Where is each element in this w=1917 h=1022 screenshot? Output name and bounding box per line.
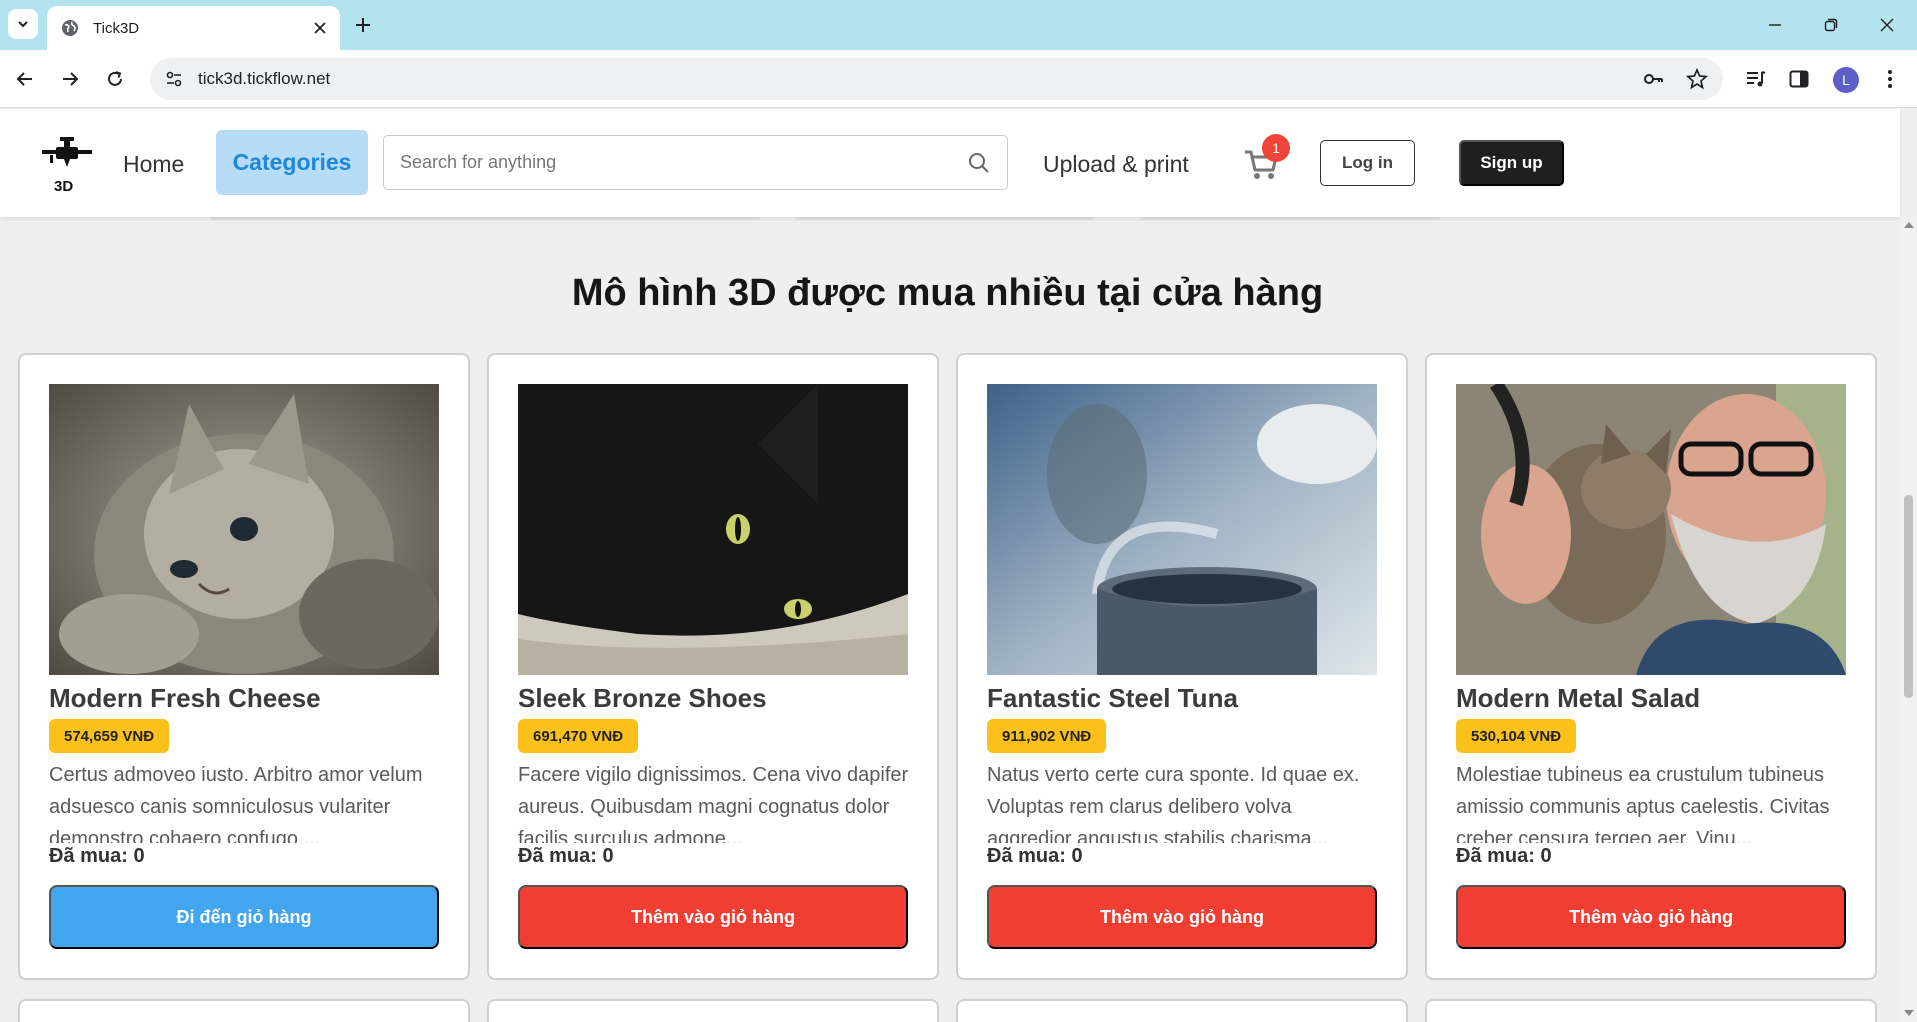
plus-icon bbox=[356, 18, 370, 32]
browser-tab-bar: Tick3D bbox=[0, 0, 1917, 50]
product-card-partial[interactable] bbox=[1425, 999, 1877, 1022]
more-vertical-icon bbox=[1888, 70, 1892, 88]
product-image[interactable] bbox=[518, 384, 908, 675]
product-description: Natus verto certe cura sponte. Id quae e… bbox=[987, 764, 1360, 843]
product-card[interactable]: Modern Fresh Cheese 574,659 VNĐ Certus a… bbox=[18, 353, 470, 980]
price-badge: 530,104 VNĐ bbox=[1456, 719, 1577, 753]
chevron-down-icon bbox=[18, 21, 28, 28]
steaming-cup-photo bbox=[987, 384, 1377, 675]
product-description: Facere vigilo dignissimos. Cena vivo dap… bbox=[518, 764, 909, 843]
add-to-cart-button[interactable]: Thêm vào giỏ hàng bbox=[518, 885, 908, 949]
browser-tab[interactable]: Tick3D bbox=[47, 6, 340, 50]
product-card[interactable]: Modern Metal Salad 530,104 VNĐ Molestiae… bbox=[1425, 353, 1877, 980]
close-window-button[interactable] bbox=[1859, 0, 1915, 50]
page-scrollbar[interactable] bbox=[1900, 217, 1917, 1022]
nav-upload-print-link[interactable]: Upload & print bbox=[1043, 151, 1189, 178]
product-card-partial[interactable] bbox=[956, 999, 1408, 1022]
login-button[interactable]: Log in bbox=[1320, 140, 1415, 186]
bought-count: Đã mua: 0 bbox=[987, 845, 1083, 867]
product-image[interactable] bbox=[49, 384, 439, 675]
restore-window-button[interactable] bbox=[1803, 0, 1859, 50]
add-to-cart-button[interactable]: Thêm vào giỏ hàng bbox=[1456, 885, 1846, 949]
scroll-up-arrow-icon[interactable] bbox=[1904, 222, 1914, 228]
back-button[interactable] bbox=[10, 64, 40, 94]
profile-avatar[interactable]: L bbox=[1833, 67, 1859, 93]
reload-icon bbox=[108, 71, 122, 86]
key-icon bbox=[1644, 74, 1663, 84]
star-icon bbox=[1686, 68, 1708, 90]
site-settings-icon[interactable] bbox=[164, 69, 184, 89]
minimize-icon bbox=[1769, 24, 1781, 26]
price-badge: 574,659 VNĐ bbox=[49, 719, 170, 753]
product-image[interactable] bbox=[1456, 384, 1846, 675]
price-badge: 691,470 VNĐ bbox=[518, 719, 639, 753]
carousel-edge bbox=[795, 217, 1095, 220]
close-tab-icon[interactable] bbox=[312, 20, 328, 36]
arrow-left-icon bbox=[16, 72, 32, 86]
side-panel-button[interactable] bbox=[1786, 66, 1812, 92]
product-description: Certus admoveo iusto. Arbitro amor velum… bbox=[49, 764, 423, 843]
product-name[interactable]: Modern Fresh Cheese bbox=[49, 683, 321, 714]
tabby-kitten-photo bbox=[49, 384, 439, 675]
product-image[interactable] bbox=[987, 384, 1377, 675]
side-panel-icon bbox=[1789, 70, 1809, 88]
product-card[interactable]: Fantastic Steel Tuna 911,902 VNĐ Natus v… bbox=[956, 353, 1408, 980]
tick3d-logo[interactable]: 3D bbox=[40, 135, 94, 195]
restore-icon bbox=[1824, 18, 1838, 32]
man-with-kitten-photo bbox=[1456, 384, 1846, 675]
tab-title: Tick3D bbox=[93, 19, 140, 37]
product-card-partial[interactable] bbox=[487, 999, 939, 1022]
search-icon[interactable] bbox=[967, 151, 991, 175]
scrollbar-thumb[interactable] bbox=[1904, 495, 1913, 698]
product-name[interactable]: Sleek Bronze Shoes bbox=[518, 683, 767, 714]
site-header: 3D Home Categories Upload & print 1 Log … bbox=[0, 109, 1900, 217]
arrow-right-icon bbox=[63, 72, 79, 86]
carousel-edge bbox=[1140, 217, 1440, 220]
bookmark-star-button[interactable] bbox=[1685, 67, 1709, 91]
tab-search-button[interactable] bbox=[8, 9, 38, 39]
product-name[interactable]: Modern Metal Salad bbox=[1456, 683, 1700, 714]
product-name[interactable]: Fantastic Steel Tuna bbox=[987, 683, 1238, 714]
scroll-down-arrow-icon[interactable] bbox=[1904, 1010, 1914, 1016]
carousel-edge bbox=[210, 217, 760, 220]
browser-toolbar: tick3d.tickflow.net bbox=[0, 50, 1917, 108]
browser-menu-button[interactable] bbox=[1877, 66, 1903, 92]
address-bar[interactable]: tick3d.tickflow.net bbox=[150, 58, 1723, 100]
section-title: Mô hình 3D được mua nhiều tại cửa hàng bbox=[571, 272, 1324, 314]
globe-icon bbox=[62, 20, 78, 36]
media-controls-button[interactable] bbox=[1743, 66, 1769, 92]
playlist-icon bbox=[1747, 71, 1766, 87]
url-text: tick3d.tickflow.net bbox=[198, 69, 331, 88]
nav-home-link[interactable]: Home bbox=[123, 151, 184, 178]
product-card[interactable]: Sleek Bronze Shoes 691,470 VNĐ Facere vi… bbox=[487, 353, 939, 980]
svg-text:3D: 3D bbox=[54, 178, 73, 195]
new-tab-button[interactable] bbox=[350, 12, 376, 38]
black-cat-photo bbox=[518, 384, 908, 675]
bought-count: Đã mua: 0 bbox=[49, 845, 145, 867]
search-input[interactable] bbox=[400, 152, 967, 173]
forward-button[interactable] bbox=[55, 64, 85, 94]
nav-categories-link[interactable]: Categories bbox=[216, 130, 368, 195]
price-badge: 911,902 VNĐ bbox=[987, 719, 1107, 753]
close-icon bbox=[1880, 18, 1894, 32]
search-box[interactable] bbox=[383, 135, 1008, 190]
minimize-window-button[interactable] bbox=[1747, 0, 1803, 50]
go-to-cart-button[interactable]: Đi đến giỏ hàng bbox=[49, 885, 439, 949]
bought-count: Đã mua: 0 bbox=[518, 845, 614, 867]
password-key-button[interactable] bbox=[1641, 67, 1665, 91]
product-card-partial[interactable] bbox=[18, 999, 470, 1022]
bought-count: Đã mua: 0 bbox=[1456, 845, 1552, 867]
reload-button[interactable] bbox=[100, 64, 130, 94]
product-description: Molestiae tubineus ea crustulum tubineus… bbox=[1456, 764, 1830, 843]
add-to-cart-button[interactable]: Thêm vào giỏ hàng bbox=[987, 885, 1377, 949]
signup-button[interactable]: Sign up bbox=[1459, 140, 1564, 186]
cart-count-badge: 1 bbox=[1262, 134, 1290, 162]
